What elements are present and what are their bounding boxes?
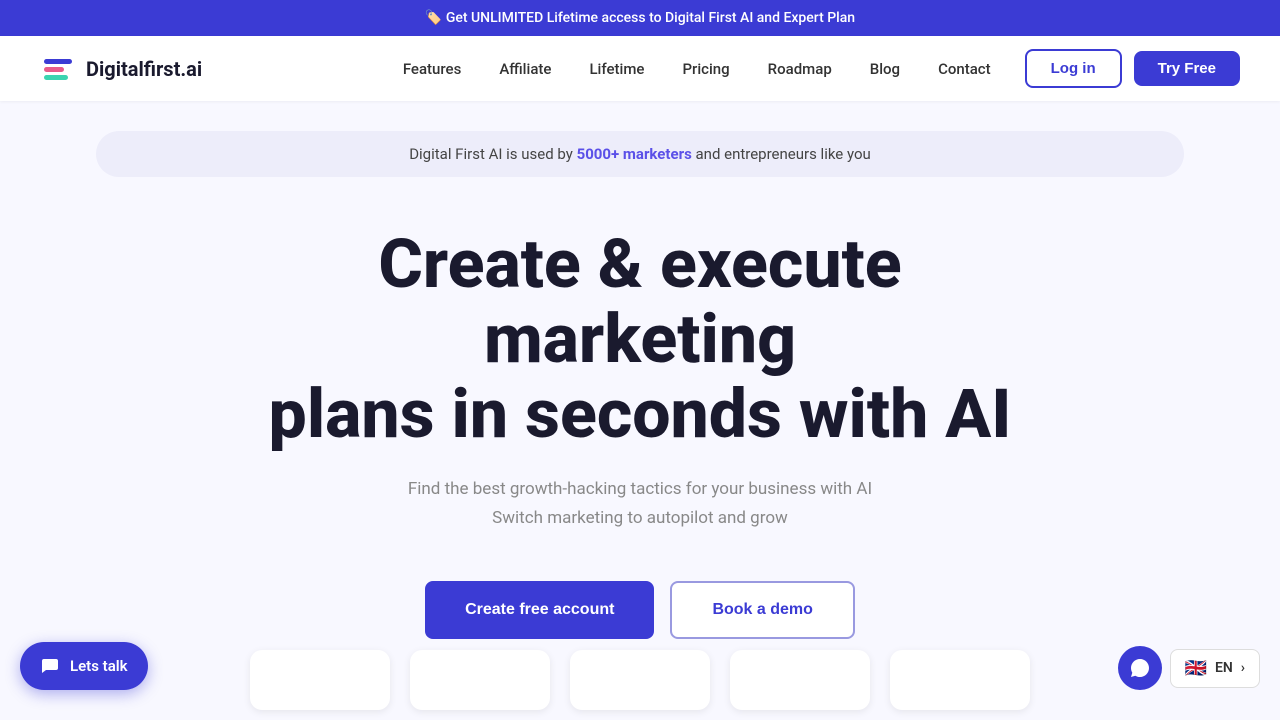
nav-buttons: Log in Try Free [1025,49,1240,88]
logo-text: Digitalfirst.ai [86,57,202,81]
preview-shapes [0,640,1280,710]
login-button[interactable]: Log in [1025,49,1122,88]
announcement-text: Get UNLIMITED Lifetime access to Digital… [446,10,855,26]
nav-item-roadmap[interactable]: Roadmap [754,59,846,78]
nav-link-features[interactable]: Features [389,52,475,86]
social-proof-suffix: and entrepreneurs like you [696,145,871,163]
try-free-button[interactable]: Try Free [1134,51,1240,86]
nav-link-blog[interactable]: Blog [856,52,914,86]
social-proof-prefix: Digital First AI is used by [409,145,573,163]
nav-item-blog[interactable]: Blog [856,59,914,78]
hero-heading: Create & execute marketing plans in seco… [240,227,1040,451]
nav-link-pricing[interactable]: Pricing [668,52,743,86]
preview-card-3 [570,650,710,710]
nav-link-roadmap[interactable]: Roadmap [754,52,846,86]
lang-code: EN [1215,660,1233,676]
nav-link-contact[interactable]: Contact [924,52,1005,86]
create-account-button[interactable]: Create free account [425,581,654,639]
nav-item-lifetime[interactable]: Lifetime [575,59,658,78]
navbar: Digitalfirst.ai Features Affiliate Lifet… [0,36,1280,101]
announcement-bar: 🏷️ Get UNLIMITED Lifetime access to Digi… [0,0,1280,36]
social-proof-banner: Digital First AI is used by 5000+ market… [96,131,1184,177]
hero-subtext-line1: Find the best growth-hacking tactics for… [408,479,872,499]
hero-subtext-line2: Switch marketing to autopilot and grow [492,508,788,528]
nav-link-affiliate[interactable]: Affiliate [485,52,565,86]
nav-item-affiliate[interactable]: Affiliate [485,59,565,78]
preview-card-5 [890,650,1030,710]
preview-card-1 [250,650,390,710]
flag-icon: 🇬🇧 [1185,658,1207,679]
language-selector[interactable]: 🇬🇧 EN › [1170,649,1260,688]
announcement-icon: 🏷️ [425,10,442,26]
support-icon [1129,657,1151,679]
bottom-decoration [0,640,1280,720]
hero-subtext: Find the best growth-hacking tactics for… [408,475,872,533]
lets-talk-label: Lets talk [70,657,128,675]
main-content: Digital First AI is used by 5000+ market… [0,101,1280,679]
chat-icon [40,656,60,676]
nav-item-features[interactable]: Features [389,59,475,78]
preview-card-4 [730,650,870,710]
nav-links: Features Affiliate Lifetime Pricing Road… [389,59,1005,78]
nav-item-pricing[interactable]: Pricing [668,59,743,78]
preview-card-2 [410,650,550,710]
chevron-right-icon: › [1241,660,1245,676]
book-demo-button[interactable]: Book a demo [670,581,854,639]
support-chat-button[interactable] [1118,646,1162,690]
cta-buttons: Create free account Book a demo [425,581,855,639]
logo-icon [40,51,76,87]
lang-widget: 🇬🇧 EN › [1118,646,1260,690]
social-proof-highlight: 5000+ marketers [577,145,692,163]
lets-talk-widget[interactable]: Lets talk [20,642,148,690]
logo-link[interactable]: Digitalfirst.ai [40,51,202,87]
nav-item-contact[interactable]: Contact [924,59,1005,78]
nav-link-lifetime[interactable]: Lifetime [575,52,658,86]
